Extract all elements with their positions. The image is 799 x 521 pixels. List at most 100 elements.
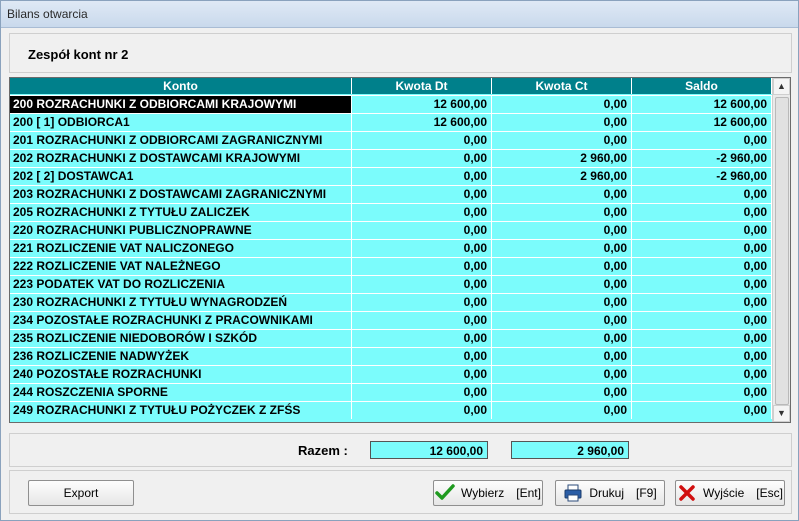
table-row[interactable]: 205 ROZRACHUNKI Z TYTUŁU ZALICZEK 0,00 0,0… <box>10 203 772 221</box>
window-title: Bilans otwarcia <box>7 7 88 21</box>
cell-kwota-ct: 0,00 <box>492 312 632 329</box>
title-bar[interactable]: Bilans otwarcia <box>1 1 798 28</box>
window: Bilans otwarcia Zespół kont nr 2 Konto K… <box>0 0 799 521</box>
cell-kwota-ct: 0,00 <box>492 402 632 419</box>
cell-kwota-dt: 0,00 <box>352 330 492 347</box>
accounts-table: Konto Kwota Dt Kwota Ct Saldo 200 ROZRAC… <box>9 77 791 423</box>
vertical-scrollbar[interactable]: ▲ ▼ <box>772 78 790 422</box>
cell-konto: 234 POZOSTAŁE ROZRACHUNKI Z PRACOWNIKAMI <box>10 312 352 329</box>
table-row[interactable]: 244 ROSZCZENIA SPORNE 0,00 0,00 0,00 <box>10 383 772 401</box>
export-button-label: Export <box>63 486 99 500</box>
table-row[interactable]: 223 PODATEK VAT DO ROZLICZENIA 0,00 0,00 0,… <box>10 275 772 293</box>
scroll-down-button[interactable]: ▼ <box>773 405 790 422</box>
cell-kwota-ct: 0,00 <box>492 294 632 311</box>
table-row[interactable]: 235 ROZLICZENIE NIEDOBORÓW I SZKÓD 0,00 0,… <box>10 329 772 347</box>
cell-kwota-dt: 0,00 <box>352 204 492 221</box>
cell-konto: 249 ROZRACHUNKI Z TYTUŁU POŻYCZEK Z ZFŚS <box>10 402 352 419</box>
column-header-konto[interactable]: Konto <box>10 78 352 94</box>
cell-kwota-dt: 0,00 <box>352 312 492 329</box>
cell-konto: 223 PODATEK VAT DO ROZLICZENIA <box>10 276 352 293</box>
table-row[interactable]: 230 ROZRACHUNKI Z TYTUŁU WYNAGRODZEŃ 0,00… <box>10 293 772 311</box>
cell-konto: 205 ROZRACHUNKI Z TYTUŁU ZALICZEK <box>10 204 352 221</box>
table-row[interactable]: 201 ROZRACHUNKI Z ODBIORCAMI ZAGRANICZNY… <box>10 131 772 149</box>
cell-kwota-ct: 2 960,00 <box>492 150 632 167</box>
cell-kwota-dt: 12 600,00 <box>352 114 492 131</box>
cell-kwota-dt: 0,00 <box>352 150 492 167</box>
header-panel: Zespół kont nr 2 <box>9 33 792 73</box>
table-row[interactable]: 203 ROZRACHUNKI Z DOSTAWCAMI ZAGRANICZNY… <box>10 185 772 203</box>
table-row[interactable]: 236 ROZLICZENIE NADWYŻEK 0,00 0,00 0,00 <box>10 347 772 365</box>
table-row[interactable]: 202 [ 2] DOSTAWCA1 0,00 2 960,00 -2 960,00 <box>10 167 772 185</box>
cell-kwota-dt: 0,00 <box>352 348 492 365</box>
exit-button[interactable]: Wyjście [Esc] <box>675 480 785 506</box>
cell-saldo: 0,00 <box>632 186 772 203</box>
cell-kwota-dt: 0,00 <box>352 240 492 257</box>
button-bar: Export Wybierz [Ent] Drukuj [F9] Wyjście… <box>9 470 792 514</box>
cell-kwota-ct: 0,00 <box>492 240 632 257</box>
cell-saldo: 0,00 <box>632 204 772 221</box>
group-title: Zespół kont nr 2 <box>28 47 129 62</box>
cell-saldo: 0,00 <box>632 222 772 239</box>
cell-konto: 202 [ 2] DOSTAWCA1 <box>10 168 352 185</box>
cell-konto: 221 ROZLICZENIE VAT NALICZONEGO <box>10 240 352 257</box>
cell-kwota-ct: 0,00 <box>492 96 632 113</box>
cell-kwota-ct: 0,00 <box>492 276 632 293</box>
close-icon <box>677 483 697 503</box>
cell-saldo: 12 600,00 <box>632 96 772 113</box>
cell-kwota-ct: 0,00 <box>492 366 632 383</box>
cell-kwota-ct: 0,00 <box>492 348 632 365</box>
export-button[interactable]: Export <box>28 480 134 506</box>
cell-saldo: 0,00 <box>632 294 772 311</box>
printer-icon <box>563 483 583 503</box>
column-header-saldo[interactable]: Saldo <box>632 78 772 94</box>
cell-konto: 200 ROZRACHUNKI Z ODBIORCAMI KRAJOWYMI <box>10 96 352 113</box>
cell-saldo: 0,00 <box>632 240 772 257</box>
cell-saldo: 0,00 <box>632 366 772 383</box>
cell-konto: 200 [ 1] ODBIORCA1 <box>10 114 352 131</box>
totals-label: Razem : <box>298 443 348 458</box>
cell-kwota-dt: 0,00 <box>352 276 492 293</box>
cell-saldo: 0,00 <box>632 348 772 365</box>
cell-konto: 244 ROSZCZENIA SPORNE <box>10 384 352 401</box>
table-row[interactable]: 220 ROZRACHUNKI PUBLICZNOPRAWNE 0,00 0,00 0… <box>10 221 772 239</box>
select-button[interactable]: Wybierz [Ent] <box>433 480 543 506</box>
cell-kwota-dt: 0,00 <box>352 258 492 275</box>
table-row[interactable]: 240 POZOSTAŁE ROZRACHUNKI 0,00 0,00 0,00 <box>10 365 772 383</box>
table-row[interactable]: 234 POZOSTAŁE ROZRACHUNKI Z PRACOWNIKAMI… <box>10 311 772 329</box>
cell-kwota-dt: 0,00 <box>352 402 492 419</box>
print-button[interactable]: Drukuj [F9] <box>555 480 665 506</box>
table-row[interactable]: 202 ROZRACHUNKI Z DOSTAWCAMI KRAJOWYMI 0,… <box>10 149 772 167</box>
table-row[interactable]: 200 ROZRACHUNKI Z ODBIORCAMI KRAJOWYMI 12… <box>10 95 772 113</box>
cell-kwota-ct: 0,00 <box>492 114 632 131</box>
cell-kwota-ct: 0,00 <box>492 222 632 239</box>
cell-kwota-dt: 12 600,00 <box>352 96 492 113</box>
print-button-label: Drukuj <box>589 486 624 500</box>
table-row[interactable]: 200 [ 1] ODBIORCA1 12 600,00 0,00 12 600,00 <box>10 113 772 131</box>
totals-panel: Razem : 12 600,00 2 960,00 <box>9 433 792 467</box>
cell-kwota-dt: 0,00 <box>352 186 492 203</box>
column-header-kwota-dt[interactable]: Kwota Dt <box>352 78 492 94</box>
table-row[interactable]: 221 ROZLICZENIE VAT NALICZONEGO 0,00 0,00 0… <box>10 239 772 257</box>
cell-saldo: 0,00 <box>632 384 772 401</box>
checkmark-icon <box>435 483 455 503</box>
cell-saldo: 12 600,00 <box>632 114 772 131</box>
print-button-shortcut: [F9] <box>636 486 657 500</box>
column-header-kwota-ct[interactable]: Kwota Ct <box>492 78 632 94</box>
cell-saldo: -2 960,00 <box>632 168 772 185</box>
cell-saldo: 0,00 <box>632 258 772 275</box>
cell-saldo: 0,00 <box>632 330 772 347</box>
cell-konto: 222 ROZLICZENIE VAT NALEŻNEGO <box>10 258 352 275</box>
table-row[interactable]: 222 ROZLICZENIE VAT NALEŻNEGO 0,00 0,00 0,0… <box>10 257 772 275</box>
scroll-thumb[interactable] <box>775 97 789 405</box>
cell-kwota-ct: 0,00 <box>492 204 632 221</box>
cell-kwota-ct: 0,00 <box>492 186 632 203</box>
cell-kwota-dt: 0,00 <box>352 294 492 311</box>
table-row[interactable]: 249 ROZRACHUNKI Z TYTUŁU POŻYCZEK Z ZFŚS… <box>10 401 772 419</box>
cell-kwota-dt: 0,00 <box>352 132 492 149</box>
cell-saldo: 0,00 <box>632 276 772 293</box>
select-button-label: Wybierz <box>461 486 505 500</box>
cell-konto: 230 ROZRACHUNKI Z TYTUŁU WYNAGRODZEŃ <box>10 294 352 311</box>
cell-saldo: -2 960,00 <box>632 150 772 167</box>
scroll-up-button[interactable]: ▲ <box>773 78 790 95</box>
cell-konto: 203 ROZRACHUNKI Z DOSTAWCAMI ZAGRANICZNY… <box>10 186 352 203</box>
